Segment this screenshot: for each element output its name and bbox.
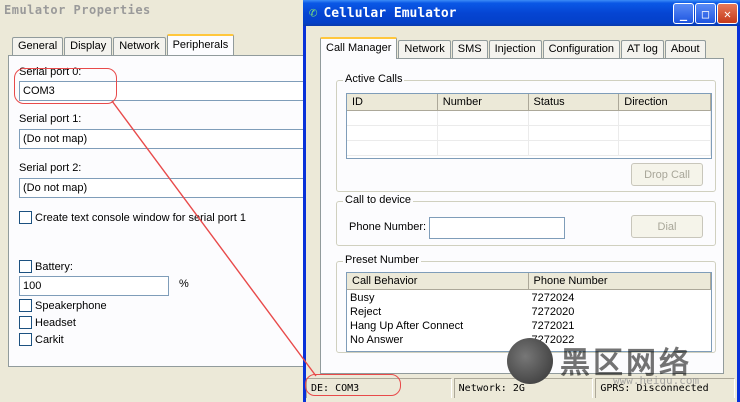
call-to-device-title: Call to device [343,194,414,206]
speakerphone-checkbox[interactable]: Speakerphone [19,299,107,312]
cellular-emulator-tabs: Call Manager Network SMS Injection Confi… [320,37,707,59]
serial-port-2-label: Serial port 2: [19,162,82,174]
preset-behavior-cell: Busy [350,292,375,304]
preset-behavior-cell: No Answer [350,334,404,346]
headset-checkbox-label: Headset [35,316,76,329]
console-window-checkbox-box[interactable] [19,211,32,224]
tab-network[interactable]: Network [398,40,451,59]
tab-peripherals[interactable]: Peripherals [166,34,235,55]
battery-checkbox[interactable]: Battery: [19,260,73,273]
speakerphone-checkbox-box[interactable] [19,299,32,312]
preset-number-group: Preset Number Call Behavior Phone Number… [336,254,716,353]
tab-general[interactable]: General [12,37,64,55]
dial-button[interactable]: Dial [631,215,703,238]
active-calls-group: Active Calls ID Number Status Direction … [336,73,716,192]
tab-injection[interactable]: Injection [488,40,542,59]
phone-number-label: Phone Number: [349,221,427,233]
carkit-checkbox-box[interactable] [19,333,32,346]
table-row[interactable]: Reject 7272020 [347,305,711,319]
speakerphone-checkbox-label: Speakerphone [35,299,107,312]
emulator-properties-tabs: General Display Network Peripherals [12,34,235,55]
minimize-icon: _ [679,6,688,21]
serial-port-1-input[interactable]: (Do not map) [19,129,319,149]
status-network: Network: 2G [453,378,594,398]
table-row [347,111,711,126]
column-header-number[interactable]: Number [437,94,529,111]
battery-checkbox-box[interactable] [19,260,32,273]
column-header-direction[interactable]: Direction [619,94,711,111]
tab-at-log[interactable]: AT log [621,40,664,59]
tab-sms[interactable]: SMS [451,40,488,59]
tab-call-manager[interactable]: Call Manager [320,37,398,59]
preset-number-cell: 7272022 [531,334,575,346]
table-row[interactable]: Hang Up After Connect 7272021 [347,319,711,333]
console-window-checkbox[interactable]: Create text console window for serial po… [19,211,246,224]
cellular-emulator-title: Cellular Emulator [323,5,457,21]
active-calls-title: Active Calls [343,73,405,85]
phone-icon: ✆ [309,5,318,21]
table-row [347,126,711,141]
maximize-icon: □ [701,6,710,21]
close-button[interactable]: ✕ [717,3,738,24]
preset-number-cell: 7272024 [531,292,575,304]
tab-network[interactable]: Network [113,37,166,55]
preset-behavior-cell: Hang Up After Connect [350,320,464,332]
maximize-button[interactable]: □ [695,3,716,24]
serial-port-0-input[interactable]: COM3 [19,81,319,101]
emulator-properties-title: Emulator Properties [0,0,311,22]
column-header-call-behavior[interactable]: Call Behavior [347,273,529,290]
column-header-id[interactable]: ID [347,94,438,111]
status-port: DE: COM3 [306,378,452,398]
active-calls-header: ID Number Status Direction [347,94,711,111]
headset-checkbox[interactable]: Headset [19,316,76,329]
table-row[interactable]: No Answer 7272022 [347,333,711,347]
console-window-checkbox-label: Create text console window for serial po… [35,211,246,224]
preset-number-header: Call Behavior Phone Number [347,273,711,290]
serial-port-2-input[interactable]: (Do not map) [19,178,319,198]
call-to-device-group: Call to device Phone Number: Dial [336,194,716,246]
battery-unit: % [179,278,189,290]
column-header-status[interactable]: Status [528,94,620,111]
preset-number-cell: 7272021 [531,320,575,332]
minimize-button[interactable]: _ [673,3,694,24]
close-icon: ✕ [723,6,732,21]
battery-input[interactable]: 100 [19,276,169,296]
preset-number-grid[interactable]: Call Behavior Phone Number Busy 7272024 … [346,272,712,352]
peripherals-panel: Serial port 0: COM3 Serial port 1: (Do n… [8,55,319,367]
battery-checkbox-label: Battery: [35,260,73,273]
column-header-phone-number[interactable]: Phone Number [528,273,711,290]
tab-configuration[interactable]: Configuration [542,40,621,59]
drop-call-button[interactable]: Drop Call [631,163,703,186]
cellular-emulator-window: ✆ Cellular Emulator _ □ ✕ Call Manager N… [303,0,740,402]
serial-port-1-label: Serial port 1: [19,113,82,125]
preset-number-title: Preset Number [343,254,421,266]
headset-checkbox-box[interactable] [19,316,32,329]
serial-port-0-label: Serial port 0: [19,66,82,78]
status-gprs: GPRS: Disconnected [595,378,735,398]
preset-number-cell: 7272020 [531,306,575,318]
preset-behavior-cell: Reject [350,306,382,318]
tab-display[interactable]: Display [64,37,113,55]
cellular-emulator-titlebar: ✆ Cellular Emulator _ □ ✕ [303,0,740,26]
status-bar: DE: COM3 Network: 2G GPRS: Disconnected [306,378,737,400]
carkit-checkbox[interactable]: Carkit [19,333,64,346]
phone-number-input[interactable] [429,217,565,239]
tab-about[interactable]: About [664,40,706,59]
carkit-checkbox-label: Carkit [35,333,64,346]
emulator-properties-window: Emulator Properties General Display Netw… [0,0,319,402]
active-calls-grid[interactable]: ID Number Status Direction [346,93,712,159]
table-row[interactable]: Busy 7272024 [347,291,711,305]
table-row [347,141,711,156]
